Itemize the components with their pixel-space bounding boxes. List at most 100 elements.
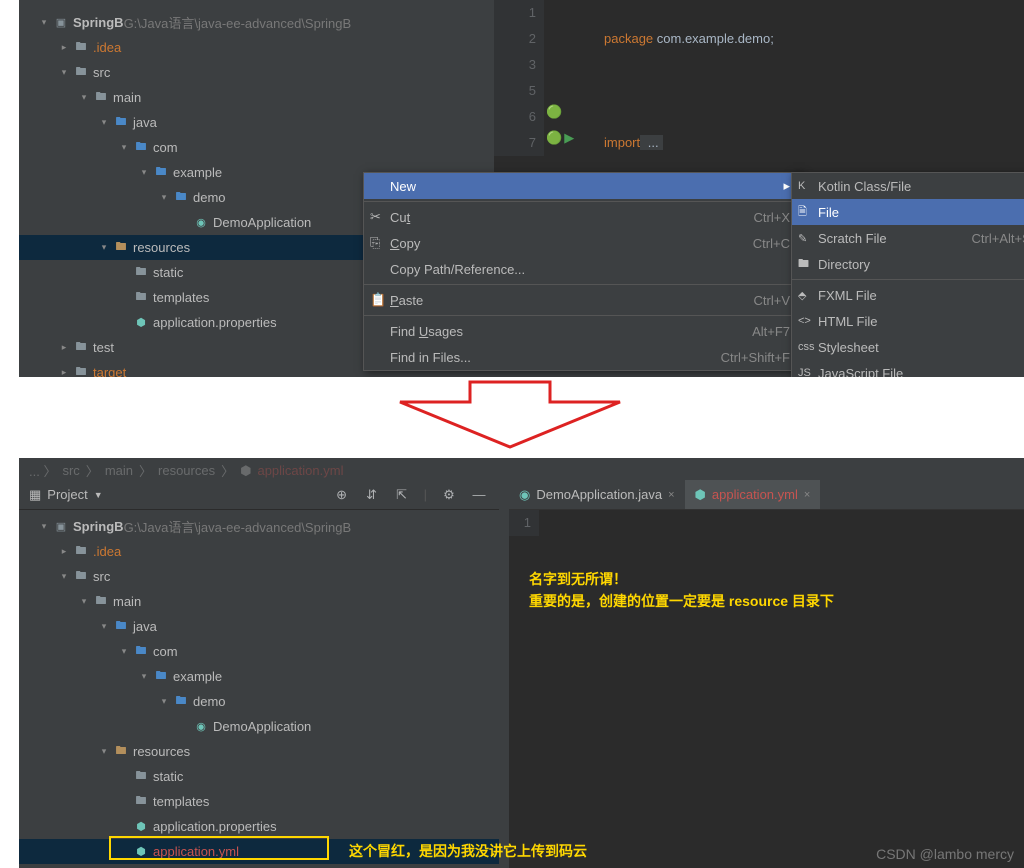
context-menu[interactable]: New▸✂CutCtrl+X⎘CopyCtrl+CCopy Path/Refer… bbox=[363, 172, 803, 371]
pkg-icon: 🖿 bbox=[153, 669, 169, 685]
kt-icon: K bbox=[798, 180, 814, 192]
chevron-icon[interactable]: ▾ bbox=[39, 17, 49, 28]
locate-icon[interactable]: ⊕ bbox=[334, 487, 350, 503]
menu-item-find-usages[interactable]: Find UsagesAlt+F7 bbox=[364, 318, 802, 344]
folder-icon: 🖿 bbox=[73, 544, 89, 560]
tree-label: resources bbox=[133, 240, 190, 255]
tree-label: demo bbox=[193, 694, 226, 709]
submenu-item-javascript-file[interactable]: JSJavaScript File bbox=[792, 360, 1024, 377]
hide-icon[interactable]: — bbox=[471, 487, 487, 503]
tree-item--idea[interactable]: ▸🖿.idea bbox=[19, 539, 499, 564]
chevron-icon[interactable]: ▾ bbox=[139, 167, 149, 178]
tree-item-src[interactable]: ▾🖿src bbox=[19, 564, 499, 589]
tree-item-com[interactable]: ▾🖿com bbox=[19, 639, 499, 664]
chevron-icon[interactable]: ▸ bbox=[59, 42, 69, 53]
dropdown-icon[interactable]: ▼ bbox=[94, 490, 103, 500]
menu-label: Paste bbox=[372, 293, 724, 308]
keyword: package bbox=[604, 31, 653, 46]
chevron-icon[interactable]: ▾ bbox=[159, 696, 169, 707]
chevron-icon[interactable]: ▾ bbox=[99, 621, 109, 632]
chevron-icon[interactable]: ▸ bbox=[59, 546, 69, 557]
chevron-icon[interactable]: ▾ bbox=[79, 596, 89, 607]
menu-icon: 📋 bbox=[370, 292, 386, 308]
chevron-icon[interactable]: ▾ bbox=[119, 646, 129, 657]
pkg-icon: 🖿 bbox=[113, 115, 129, 131]
pkg-icon: 🖿 bbox=[113, 619, 129, 635]
chevron-icon[interactable]: ▾ bbox=[99, 117, 109, 128]
submenu-item-fxml-file[interactable]: ⬘FXML File bbox=[792, 282, 1024, 308]
settings-icon[interactable]: ⚙ bbox=[441, 487, 457, 503]
tree-item-main[interactable]: ▾🖿main bbox=[19, 589, 499, 614]
chevron-icon[interactable]: ▸ bbox=[59, 367, 69, 377]
run-gutter-icon[interactable]: 🟢▶ bbox=[546, 130, 574, 146]
submenu-item-scratch-file[interactable]: ✎Scratch FileCtrl+Alt+Sh bbox=[792, 225, 1024, 251]
menu-item-cut[interactable]: ✂CutCtrl+X bbox=[364, 204, 802, 230]
chevron-icon[interactable]: ▾ bbox=[59, 571, 69, 582]
tree-item-java[interactable]: ▾🖿java bbox=[19, 614, 499, 639]
close-icon[interactable]: × bbox=[668, 489, 674, 501]
project-label[interactable]: Project bbox=[47, 487, 87, 502]
tree-item--idea[interactable]: ▸🖿.idea bbox=[19, 35, 484, 60]
tree-item-src[interactable]: ▾🖿src bbox=[19, 60, 484, 85]
tree-item-com[interactable]: ▾🖿com bbox=[19, 135, 484, 160]
project-tool-icon[interactable]: ▦ bbox=[29, 487, 41, 503]
tree-item-java[interactable]: ▾🖿java bbox=[19, 110, 484, 135]
pkg-icon: 🖿 bbox=[173, 190, 189, 206]
scratch-icon: ✎ bbox=[798, 232, 814, 245]
project-tree-bottom[interactable]: ▾▣SpringB G:\Java语言\java-ee-advanced\Spr… bbox=[19, 514, 499, 864]
submenu-item-html-file[interactable]: <>HTML File bbox=[792, 308, 1024, 334]
submenu-item-stylesheet[interactable]: cssStylesheet bbox=[792, 334, 1024, 360]
submenu-item-file[interactable]: 🗎File bbox=[792, 199, 1024, 225]
close-icon[interactable]: × bbox=[804, 489, 810, 501]
tab-application-yml[interactable]: ⬢application.yml× bbox=[685, 480, 821, 509]
shortcut: Ctrl+Alt+Sh bbox=[972, 231, 1024, 246]
tab-demoapplication-java[interactable]: ◉DemoApplication.java× bbox=[509, 480, 685, 509]
chevron-icon[interactable]: ▾ bbox=[79, 92, 89, 103]
menu-label: JavaScript File bbox=[800, 366, 1024, 378]
down-arrow-annotation bbox=[360, 377, 660, 457]
html-icon: <> bbox=[798, 315, 814, 327]
menu-item-paste[interactable]: 📋PasteCtrl+V bbox=[364, 287, 802, 313]
code-editor-bottom[interactable]: 1 bbox=[509, 510, 1024, 868]
tree-label: target bbox=[93, 365, 126, 377]
submenu-item-directory[interactable]: 🖿Directory bbox=[792, 251, 1024, 277]
tree-item-templates[interactable]: 🖿templates bbox=[19, 789, 499, 814]
chevron-icon[interactable]: ▾ bbox=[99, 242, 109, 253]
expand-icon[interactable]: ⇵ bbox=[364, 487, 380, 503]
menu-label: Find Usages bbox=[372, 324, 722, 339]
menu-label: HTML File bbox=[800, 314, 1024, 329]
submenu-item-kotlin-class-file[interactable]: KKotlin Class/File bbox=[792, 173, 1024, 199]
menu-label: Cut bbox=[372, 210, 724, 225]
annotation-text-2: 这个冒红，是因为我没讲它上传到码云 bbox=[349, 840, 587, 862]
tree-label: com bbox=[153, 644, 178, 659]
editor-tabs[interactable]: ◉DemoApplication.java×⬢application.yml× bbox=[509, 480, 1024, 510]
breadcrumb[interactable]: ... 〉src〉 main〉 resources〉 ⬢application.… bbox=[29, 461, 343, 480]
code-editor-top[interactable]: 1 2 3 5 6 7 🟢 🟢▶ package com.example.dem… bbox=[494, 0, 1024, 180]
tree-item-demo[interactable]: ▾🖿demo bbox=[19, 689, 499, 714]
tree-item-example[interactable]: ▾🖿example bbox=[19, 664, 499, 689]
chevron-icon[interactable]: ▾ bbox=[159, 192, 169, 203]
shortcut: Ctrl+Shift+F bbox=[721, 350, 790, 365]
menu-item-new[interactable]: New▸ bbox=[364, 173, 802, 199]
chevron-icon[interactable]: ▾ bbox=[99, 746, 109, 757]
chevron-icon[interactable]: ▾ bbox=[119, 142, 129, 153]
shortcut: Ctrl+C bbox=[753, 236, 790, 251]
tree-item-springb[interactable]: ▾▣SpringB G:\Java语言\java-ee-advanced\Spr… bbox=[19, 10, 484, 35]
collapse-icon[interactable]: ⇱ bbox=[394, 487, 410, 503]
menu-item-copy-path-reference-[interactable]: Copy Path/Reference... bbox=[364, 256, 802, 282]
menu-item-copy[interactable]: ⎘CopyCtrl+C bbox=[364, 230, 802, 256]
tree-item-demoapplication[interactable]: ◉DemoApplication bbox=[19, 714, 499, 739]
module-icon: ▣ bbox=[53, 15, 69, 31]
tree-item-main[interactable]: ▾🖿main bbox=[19, 85, 484, 110]
tree-item-springb[interactable]: ▾▣SpringB G:\Java语言\java-ee-advanced\Spr… bbox=[19, 514, 499, 539]
tree-item-resources[interactable]: ▾🖿resources bbox=[19, 739, 499, 764]
menu-item-find-in-files-[interactable]: Find in Files...Ctrl+Shift+F bbox=[364, 344, 802, 370]
chevron-icon[interactable]: ▾ bbox=[39, 521, 49, 532]
menu-label: Copy bbox=[372, 236, 723, 251]
chevron-icon[interactable]: ▾ bbox=[59, 67, 69, 78]
chevron-icon[interactable]: ▸ bbox=[59, 342, 69, 353]
yml-icon: ⬢ bbox=[695, 487, 706, 503]
chevron-icon[interactable]: ▾ bbox=[139, 671, 149, 682]
context-submenu-new[interactable]: KKotlin Class/File🗎File✎Scratch FileCtrl… bbox=[791, 172, 1024, 377]
tree-item-static[interactable]: 🖿static bbox=[19, 764, 499, 789]
